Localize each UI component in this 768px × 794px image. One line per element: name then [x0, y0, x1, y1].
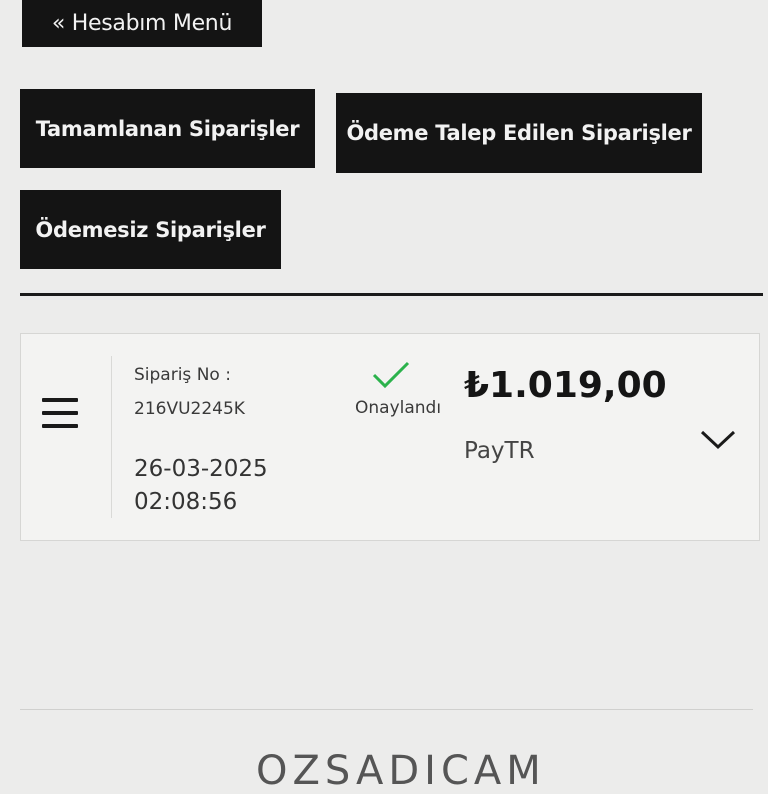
checkmark-icon [372, 361, 410, 389]
order-number-label: Sipariş No : [134, 365, 231, 385]
tab-completed-orders[interactable]: Tamamlanan Siparişler [20, 89, 315, 168]
order-status: Onaylandı [355, 398, 442, 418]
menu-icon[interactable] [42, 398, 78, 430]
account-menu-back-button[interactable]: « Hesabım Menü [22, 0, 262, 47]
footer-logo: OZSADICAM [256, 748, 546, 794]
order-date: 26-03-2025 [134, 456, 268, 482]
card-divider [111, 356, 112, 518]
chevron-down-icon[interactable] [698, 428, 738, 452]
order-number: 216VU2245K [134, 399, 245, 419]
tab-payment-requested-orders[interactable]: Ödeme Talep Edilen Siparişler [336, 93, 702, 173]
section-divider [20, 293, 763, 296]
payment-method: PayTR [464, 438, 535, 464]
tab-unpaid-orders[interactable]: Ödemesiz Siparişler [20, 190, 281, 269]
order-card: Sipariş No : 216VU2245K 26-03-2025 02:08… [20, 333, 760, 541]
order-total-price: ₺1.019,00 [464, 365, 667, 406]
footer-divider [20, 709, 753, 710]
order-time: 02:08:56 [134, 489, 238, 515]
